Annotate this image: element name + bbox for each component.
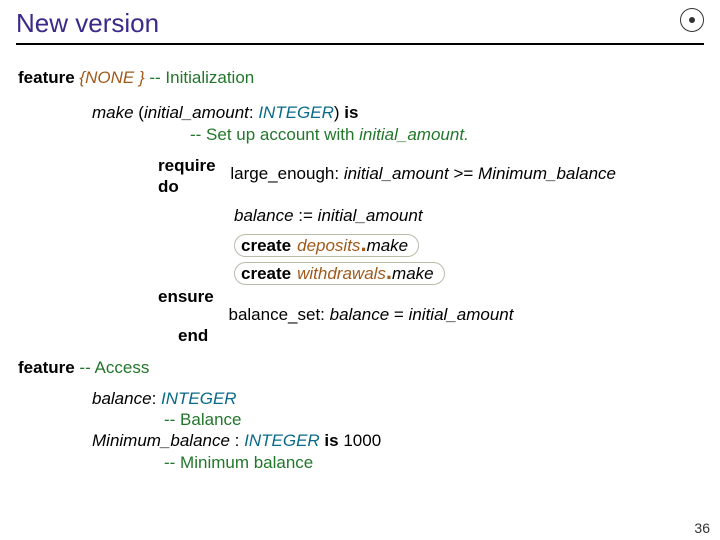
ensure-right: initial_amount <box>409 305 514 324</box>
ensure-op: = <box>389 305 408 324</box>
min-name: Minimum_balance <box>92 431 230 450</box>
withdrawals-ident: withdrawals <box>297 264 386 283</box>
create-withdrawals-box: createwithdrawals.make <box>234 262 445 285</box>
access-comment: -- Access <box>79 358 149 377</box>
balance-decl: balance: INTEGER <box>92 388 702 409</box>
end-keyword: end <box>178 326 208 345</box>
min-doc-text: -- Minimum balance <box>164 453 313 472</box>
require-left: initial_amount <box>344 164 449 183</box>
slide-title: New version <box>16 8 720 39</box>
slide-number: 36 <box>694 520 710 536</box>
min-type: INTEGER <box>244 431 320 450</box>
balance-doc-text: -- Balance <box>164 410 241 429</box>
deposits-ident: deposits <box>297 236 360 255</box>
minimum-doc: -- Minimum balance <box>164 452 702 473</box>
deposits-call: make <box>367 236 409 255</box>
make-doc-text: -- Set up account with <box>190 125 354 144</box>
do-keyword: do <box>158 177 179 196</box>
assign-line: balance := initial_amount <box>234 205 702 226</box>
create-deposits-box: createdeposits.make <box>234 234 419 257</box>
make-arg-type: INTEGER <box>258 103 334 122</box>
require-clause: large_enough: initial_amount >= Minimum_… <box>230 163 616 184</box>
require-keyword: require <box>158 156 216 175</box>
make-name: make <box>92 103 134 122</box>
balance-type: INTEGER <box>161 389 237 408</box>
export-none: {NONE } <box>79 68 144 87</box>
create-keyword-1: create <box>241 236 291 255</box>
ensure-row: ensure balance_set: balance = initial_am… <box>158 286 702 325</box>
ensure-clause: balance_set: balance = initial_amount <box>228 304 513 325</box>
balance-name: balance <box>92 389 152 408</box>
require-do-row: require do large_enough: initial_amount … <box>158 155 702 198</box>
is-keyword-2: is <box>324 431 338 450</box>
feature-keyword-2: feature <box>18 358 75 377</box>
make-signature: make (initial_amount: INTEGER) is <box>92 102 702 123</box>
require-right: Minimum_balance <box>478 164 616 183</box>
feature-keyword: feature <box>18 68 75 87</box>
minimum-decl: Minimum_balance : INTEGER is 1000 <box>92 430 702 451</box>
make-doc: -- Set up account with initial_amount. <box>190 124 702 145</box>
require-label: large_enough: <box>230 164 339 183</box>
feature-none-line: feature {NONE } -- Initialization <box>18 67 702 88</box>
make-arg: initial_amount <box>144 103 249 122</box>
ensure-left: balance <box>330 305 390 324</box>
create-keyword-2: create <box>241 264 291 283</box>
assign-right: initial_amount <box>318 206 423 225</box>
code-block: feature {NONE } -- Initialization make (… <box>0 45 720 473</box>
do-body: balance := initial_amount create deposits… <box>234 205 702 286</box>
assign-op: := <box>294 206 318 225</box>
min-value: 1000 <box>343 431 381 450</box>
ensure-label: balance_set: <box>228 305 324 324</box>
end-line: end <box>178 325 702 346</box>
balance-doc: -- Balance <box>164 409 702 430</box>
make-doc-arg: initial_amount. <box>359 125 469 144</box>
require-op: >= <box>449 164 478 183</box>
withdrawals-call: make <box>392 264 434 283</box>
is-keyword: is <box>344 103 358 122</box>
feature-access-line: feature -- Access <box>18 357 702 378</box>
init-comment: -- Initialization <box>149 68 254 87</box>
ensure-keyword: ensure <box>158 287 214 306</box>
assign-left: balance <box>234 206 294 225</box>
logo-icon <box>680 8 704 32</box>
